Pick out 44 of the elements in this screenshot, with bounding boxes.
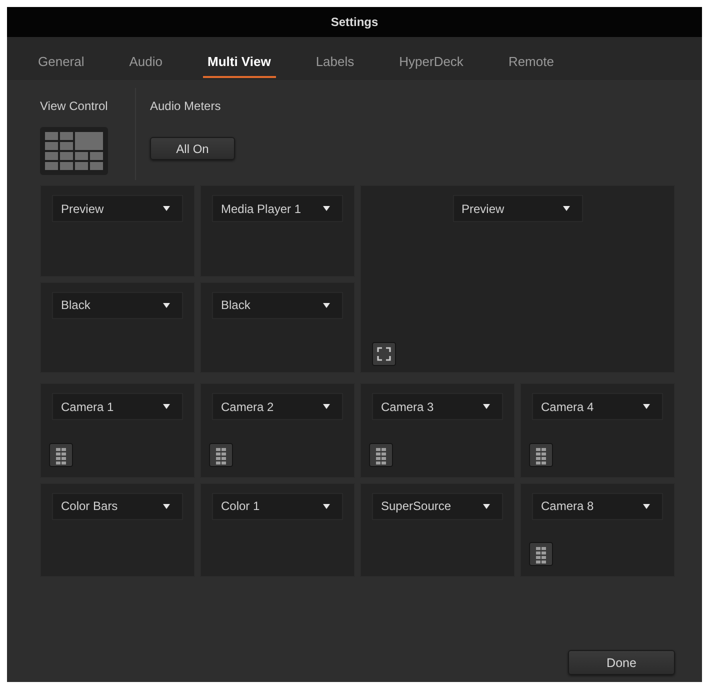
source-dropdown[interactable]: SuperSource [372,492,503,520]
caret-icon [643,504,650,508]
source-dropdown[interactable]: Camera 4 [532,393,663,420]
audio-meters-label: Audio Meters [150,98,221,114]
meter-icon[interactable] [529,442,553,466]
all-on-button[interactable]: All On [150,137,235,160]
caret-icon [163,504,170,508]
source-dropdown[interactable]: Preview [452,195,582,222]
source-dropdown[interactable]: Media Player 1 [212,195,343,222]
caret-icon [323,504,330,508]
source-dropdown[interactable]: Black [52,292,183,318]
source-dropdown[interactable]: Camera 8 [532,492,663,520]
caret-icon [483,504,490,508]
meter-icon[interactable] [49,442,73,466]
caret-icon [163,302,170,308]
source-dropdown[interactable]: Preview [52,195,183,222]
view-control-label: View Control [40,98,108,114]
meter-icon[interactable] [209,442,233,466]
window-title: Settings [330,14,378,30]
caret-icon [323,206,330,211]
tab[interactable]: General [33,37,90,78]
meter-icon[interactable] [369,442,393,466]
source-dropdown[interactable]: Camera 1 [52,393,183,420]
caret-icon [323,404,330,409]
caret-icon [562,206,570,211]
source-dropdown[interactable]: Camera 3 [372,393,503,420]
corners-icon[interactable] [372,342,396,366]
tab[interactable]: Labels [310,37,360,78]
tab[interactable]: HyperDeck [394,37,468,78]
caret-icon [483,404,490,409]
caret-icon [163,206,170,211]
layout-grid-icon[interactable] [40,127,108,175]
source-dropdown[interactable]: Color Bars [52,492,183,520]
source-dropdown[interactable]: Color 1 [212,492,343,520]
source-dropdown[interactable]: Camera 2 [212,393,343,420]
tab[interactable]: Audio [124,37,168,78]
caret-icon [323,302,330,308]
tab[interactable]: Multi View [202,37,276,78]
caret-icon [643,404,650,409]
meter-icon[interactable] [529,542,553,566]
source-dropdown[interactable]: Black [212,292,343,318]
tab[interactable]: Remote [503,37,559,78]
caret-icon [163,404,170,409]
done-button[interactable]: Done [568,650,675,675]
